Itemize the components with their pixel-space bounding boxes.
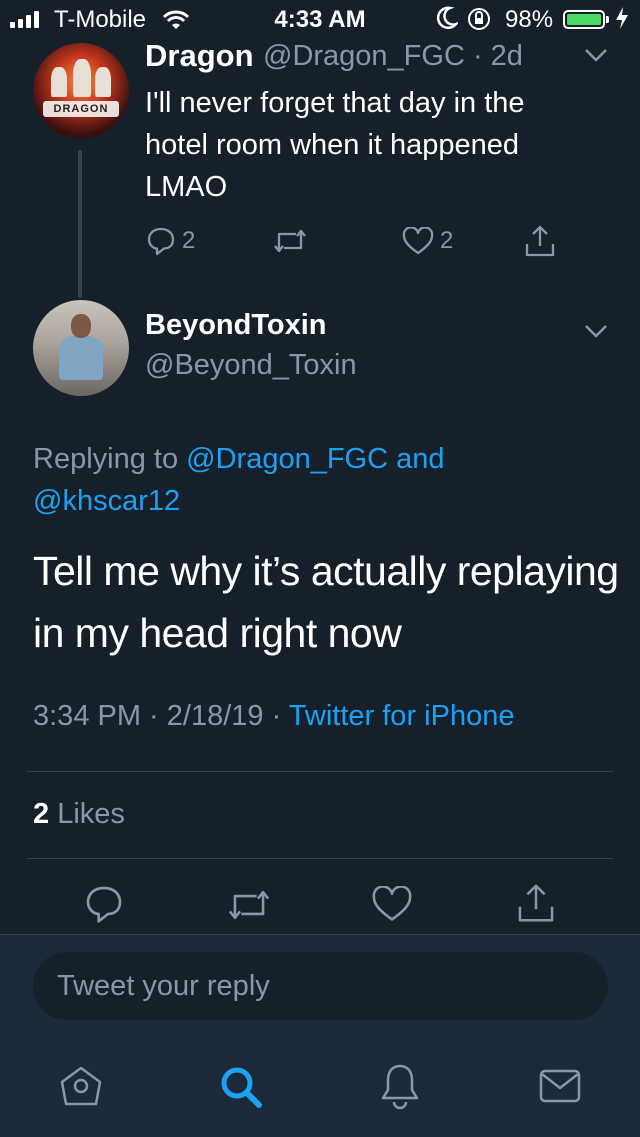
mention-dragon-fgc[interactable]: @Dragon_FGC — [186, 443, 388, 475]
do-not-disturb-icon — [436, 6, 460, 37]
share-icon — [525, 225, 555, 257]
divider — [27, 771, 613, 772]
tweet-meta: 3:34 PM · 2/18/19 · Twitter for iPhone — [33, 700, 514, 733]
search-icon — [221, 1067, 262, 1108]
avatar-logo-text: DRAGON — [53, 103, 109, 115]
likes-label: Likes — [57, 798, 125, 830]
chevron-down-icon[interactable] — [584, 324, 608, 343]
likes-count: 2 — [33, 798, 50, 830]
beyondtoxin-avatar[interactable] — [33, 300, 129, 396]
reply-icon — [147, 227, 175, 256]
heart-icon — [372, 886, 412, 921]
parent-tweet-text: I'll never forget that day in the hotel … — [145, 87, 525, 203]
parent-share-button[interactable] — [524, 224, 556, 258]
divider — [27, 858, 613, 859]
reply-button[interactable] — [84, 884, 124, 924]
heart-icon — [402, 227, 434, 255]
retweet-icon — [228, 890, 270, 920]
author-name[interactable]: BeyondToxin — [145, 309, 327, 342]
mail-icon — [539, 1069, 581, 1103]
tweet-reply-input[interactable] — [33, 952, 608, 1020]
parent-retweet-button[interactable] — [272, 228, 308, 254]
rotation-lock-icon — [466, 7, 492, 38]
bell-icon — [381, 1064, 419, 1110]
dragon-avatar[interactable]: DRAGON — [33, 43, 129, 139]
retweet-icon — [274, 229, 306, 253]
parent-like-count: 2 — [440, 227, 454, 254]
parent-author-name[interactable]: Dragon — [145, 38, 254, 74]
retweet-button[interactable] — [226, 888, 272, 922]
replying-prefix: Replying to — [33, 443, 179, 475]
tab-search[interactable] — [218, 1064, 264, 1115]
author-handle[interactable]: @Beyond_Toxin — [145, 349, 357, 382]
share-icon — [518, 884, 554, 922]
tweet-timestamp: 3:34 PM · 2/18/19 · — [33, 700, 282, 732]
charging-icon — [614, 6, 630, 37]
tab-notifications[interactable] — [380, 1060, 420, 1115]
home-icon — [60, 1066, 102, 1106]
parent-author-handle[interactable]: @Dragon_FGC · 2d — [263, 40, 523, 73]
likes-summary[interactable]: 2 Likes — [33, 798, 125, 831]
replying-and[interactable]: and — [396, 443, 444, 475]
chevron-down-icon[interactable] — [584, 48, 608, 67]
replying-to: Replying to @Dragon_FGC and @khscar12 — [33, 438, 603, 522]
battery-percent: 98% — [505, 6, 554, 33]
mention-khscar12[interactable]: @khscar12 — [33, 485, 180, 517]
battery-tip — [606, 16, 609, 23]
share-button[interactable] — [516, 882, 556, 924]
thread-connector-line — [78, 150, 82, 298]
status-bar: T-Mobile 4:33 AM 98% — [0, 0, 640, 40]
parent-like-button[interactable]: 2 — [402, 227, 453, 255]
reply-icon — [86, 886, 122, 923]
tweet-source-link[interactable]: Twitter for iPhone — [289, 700, 515, 732]
like-button[interactable] — [371, 886, 413, 922]
battery-icon — [563, 10, 605, 29]
parent-reply-count: 2 — [182, 227, 196, 254]
parent-reply-button[interactable]: 2 — [146, 226, 195, 256]
tab-messages[interactable] — [538, 1068, 582, 1109]
tweet-text: Tell me why it’s actually replaying in m… — [33, 548, 619, 656]
tab-home[interactable] — [58, 1064, 104, 1113]
